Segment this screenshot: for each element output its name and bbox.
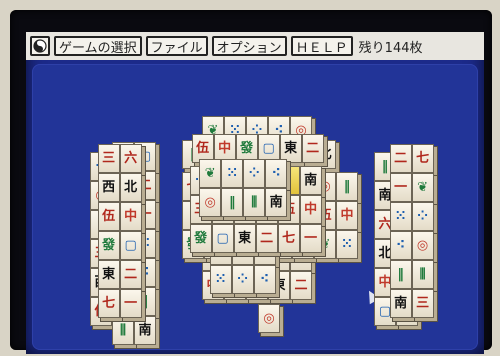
tile-m7[interactable]: 七: [411, 143, 434, 173]
tile-s9[interactable]: ⫼: [411, 259, 434, 289]
tile-south[interactable]: 南: [389, 288, 412, 318]
tile-south[interactable]: 南: [134, 316, 156, 345]
tile-m3[interactable]: 三: [97, 143, 120, 173]
monitor-bezel: ゲームの選択 ファイル オプション ＨＥＬＰ 残り144枚 ⁘⁖◎‖⫼南三六西北…: [10, 10, 492, 354]
tile-s1[interactable]: ❦: [411, 172, 434, 202]
tile-s1[interactable]: ❦: [199, 159, 222, 189]
tile-m2[interactable]: 二: [301, 133, 324, 163]
tile-p9[interactable]: ⁙: [221, 159, 244, 189]
tile-green[interactable]: 發: [97, 230, 120, 260]
tile-p5[interactable]: ⁘: [411, 201, 434, 231]
tile-p5[interactable]: ⁘: [231, 264, 254, 294]
tile-s2[interactable]: ‖: [336, 172, 358, 201]
yin-yang-icon[interactable]: [30, 36, 50, 56]
menu-bar: ゲームの選択 ファイル オプション ＨＥＬＰ 残り144枚: [26, 32, 484, 60]
tile-m3[interactable]: 三: [411, 288, 434, 318]
tile-m7[interactable]: 七: [97, 288, 120, 318]
tile-south[interactable]: 南: [265, 188, 288, 218]
tile-south[interactable]: 南: [299, 165, 322, 195]
help-menu[interactable]: ＨＥＬＰ: [290, 36, 353, 56]
tile-s9[interactable]: ⫼: [112, 316, 134, 345]
tile-p1[interactable]: ◎: [411, 230, 434, 260]
tile-s2[interactable]: ‖: [221, 188, 244, 218]
tile-s9[interactable]: ⫼: [243, 188, 266, 218]
tile-white[interactable]: ▢: [119, 230, 142, 260]
remaining-tiles-counter: 残り144枚: [358, 40, 423, 56]
tile-m6[interactable]: 六: [119, 143, 142, 173]
tile-east[interactable]: 東: [233, 223, 256, 253]
tile-p1[interactable]: ◎: [199, 188, 222, 218]
tile-m1[interactable]: 一: [119, 288, 142, 318]
tile-p5[interactable]: ⁘: [243, 159, 266, 189]
tile-s2[interactable]: ‖: [389, 259, 412, 289]
tile-white[interactable]: ▢: [211, 223, 234, 253]
tile-red[interactable]: 中: [336, 201, 358, 230]
game-select-menu[interactable]: ゲームの選択: [54, 36, 142, 56]
tile-p9[interactable]: ⁙: [389, 201, 412, 231]
tile-p3[interactable]: ⁖: [265, 159, 288, 189]
game-screen: ゲームの選択 ファイル オプション ＨＥＬＰ 残り144枚 ⁘⁖◎‖⫼南三六西北…: [26, 32, 484, 354]
tile-m2[interactable]: 二: [290, 271, 312, 300]
tile-p9[interactable]: ⁙: [209, 264, 232, 294]
tile-east[interactable]: 東: [97, 259, 120, 289]
tile-red[interactable]: 中: [299, 194, 322, 224]
tile-m1[interactable]: 一: [389, 172, 412, 202]
tile-red[interactable]: 中: [119, 201, 142, 231]
tile-m2[interactable]: 二: [255, 223, 278, 253]
yin-yang-glyph: [33, 39, 47, 53]
tile-m2[interactable]: 二: [119, 259, 142, 289]
tile-m2[interactable]: 二: [389, 143, 412, 173]
game-board: ⁘⁖◎‖⫼南三六西北伍中發▢東二七一❦⁙⁘⁖◎‖⫼南三六西北伍中發▢東二七一❦⁙…: [32, 64, 478, 350]
tile-p3[interactable]: ⁖: [253, 264, 276, 294]
tile-p1[interactable]: ◎: [258, 304, 280, 333]
tile-north[interactable]: 北: [119, 172, 142, 202]
tile-m7[interactable]: 七: [277, 223, 300, 253]
options-menu[interactable]: オプション: [211, 36, 287, 56]
tile-m1[interactable]: 一: [299, 223, 322, 253]
tile-p3[interactable]: ⁖: [389, 230, 412, 260]
file-menu[interactable]: ファイル: [145, 36, 208, 56]
tile-green[interactable]: 發: [189, 223, 212, 253]
tile-west[interactable]: 西: [97, 172, 120, 202]
tile-p9[interactable]: ⁙: [336, 230, 358, 259]
tile-m5[interactable]: 伍: [97, 201, 120, 231]
